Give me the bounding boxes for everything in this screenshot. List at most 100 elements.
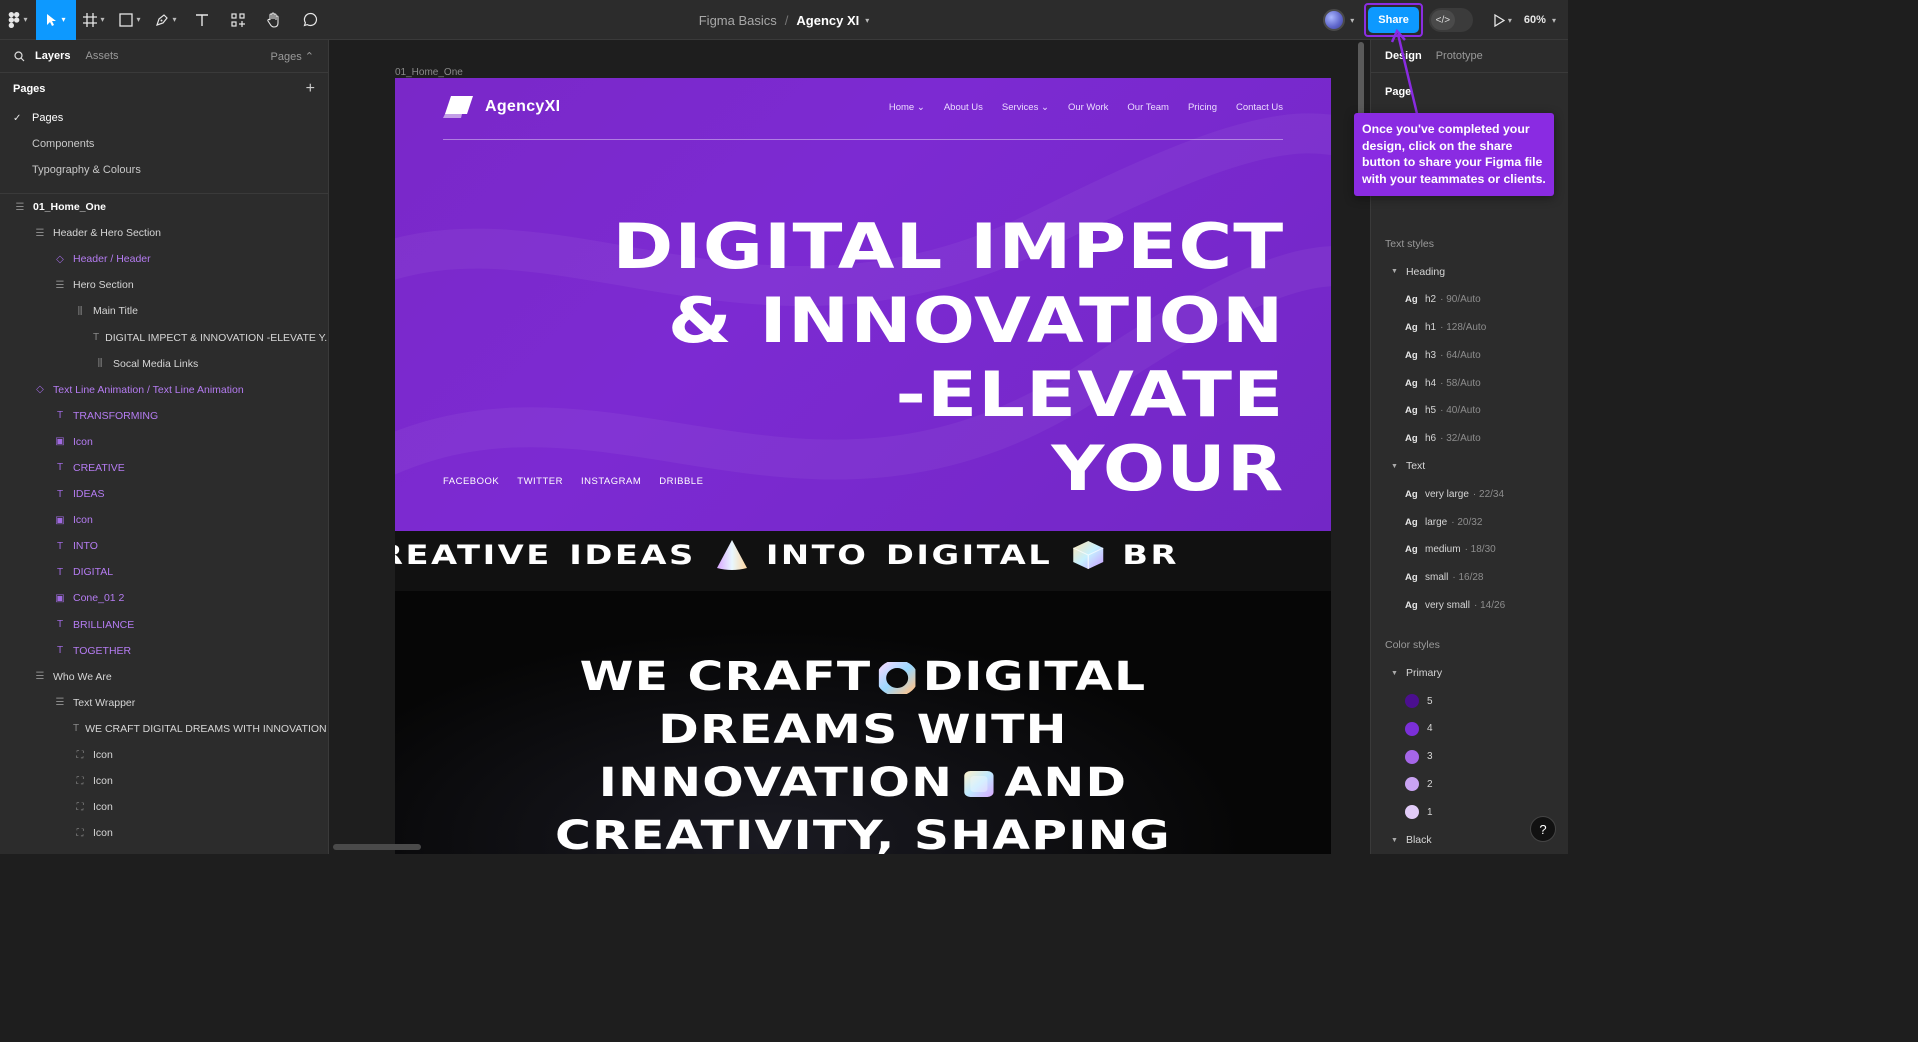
layer-row[interactable]: ☰ Header & Hero Section [0,220,328,246]
chevron-down-icon[interactable]: ▾ [865,16,869,25]
add-page-button[interactable]: + [306,80,315,98]
text-style-item[interactable]: Ag very small · 14/26 [1371,592,1568,620]
layer-row[interactable]: ☰ Text Wrapper [0,690,328,716]
color-style-item[interactable]: 2 [1371,771,1568,799]
text-style-glyph-icon: Ag [1405,572,1418,584]
text-style-item[interactable]: Ag h6 · 32/Auto [1371,425,1568,453]
code-brackets-icon: </> [1430,10,1455,30]
layer-row[interactable]: ☰ Who We Are [0,664,328,690]
text-style-meta: · 14/26 [1474,599,1506,611]
site-nav-item[interactable]: Home ⌄ [889,102,925,113]
text-line-animation[interactable]: REATIVE IDEAS INTO DIGITAL BR [395,531,1331,591]
layer-row[interactable]: ☰ 01_Home_One [0,194,328,220]
page-item[interactable]: ✓ Pages [0,105,328,131]
chevron-down-icon[interactable]: ▾ [1350,16,1354,25]
move-tool-button[interactable]: ▾ [36,0,76,40]
text-style-item[interactable]: Ag very large · 22/34 [1371,480,1568,508]
layer-row[interactable]: T WE CRAFT DIGITAL DREAMS WITH INNOVATION… [0,716,328,742]
tab-prototype[interactable]: Prototype [1436,50,1483,62]
pages-dropdown[interactable]: Pages ⌃ [271,50,314,63]
layer-row[interactable]: ⫼ Main Title [0,298,328,324]
site-nav-item[interactable]: Our Work [1068,102,1108,113]
social-link[interactable]: FACEBOOK [443,476,499,487]
primary-color-group[interactable]: ▼ Primary [1371,659,1568,687]
site-nav-item[interactable]: Contact Us [1236,102,1283,113]
zoom-dropdown[interactable]: 60% ▾ [1524,14,1556,26]
shape-tool-button[interactable]: ▾ [112,0,148,40]
text-style-group[interactable]: ▼ Text [1371,453,1568,481]
layer-row[interactable]: ▣ Icon [0,507,328,533]
frame-tool-button[interactable]: ▾ [76,0,112,40]
text-tool-button[interactable] [184,0,220,40]
layer-row[interactable]: T TRANSFORMING [0,403,328,429]
text-style-item[interactable]: Ag h5 · 40/Auto [1371,397,1568,425]
file-name[interactable]: Agency XI [796,13,859,28]
layer-row[interactable]: ▣ Cone_01 2 [0,585,328,611]
dev-mode-toggle[interactable]: </> [1428,8,1473,32]
text-style-item[interactable]: Ag small · 16/28 [1371,564,1568,592]
site-nav-item[interactable]: Our Team [1127,102,1169,113]
pen-tool-button[interactable]: ▾ [148,0,184,40]
who-we-are-title[interactable]: WE CRAFT DIGITAL DREAMS WITH INNOVATION AN… [395,651,1331,854]
layer-row[interactable]: ◇ Text Line Animation / Text Line Animati… [0,377,328,403]
layer-row[interactable]: T INTO [0,533,328,559]
text-style-item[interactable]: Ag medium · 18/30 [1371,536,1568,564]
main-menu-button[interactable]: ▾ [0,0,36,40]
search-icon[interactable] [14,50,25,62]
social-link[interactable]: TWITTER [517,476,563,487]
tab-layers[interactable]: Layers [35,50,70,62]
social-link[interactable]: INSTAGRAM [581,476,641,487]
site-logo[interactable]: AgencyXI [443,96,560,118]
text-style-item[interactable]: Ag h4 · 58/Auto [1371,369,1568,397]
help-button[interactable]: ? [1530,816,1556,842]
resources-tool-button[interactable] [220,0,256,40]
heading-style-group[interactable]: ▼ Heading [1371,258,1568,286]
text-style-item[interactable]: Ag h3 · 64/Auto [1371,341,1568,369]
breadcrumb-project[interactable]: Figma Basics [699,13,777,28]
who-text: CREATIVITY, SHAPING [555,813,1171,854]
text-style-item[interactable]: Ag large · 20/32 [1371,508,1568,536]
hand-tool-button[interactable] [256,0,292,40]
layer-row[interactable]: ⛶ Icon [0,820,328,846]
layer-row[interactable]: T CREATIVE [0,455,328,481]
comment-tool-button[interactable] [292,0,328,40]
layer-row[interactable]: T DIGITAL [0,559,328,585]
who-we-are-section[interactable]: WE CRAFT DIGITAL DREAMS WITH INNOVATION AN… [395,591,1331,854]
text-style-item[interactable]: Ag h1 · 128/Auto [1371,314,1568,342]
hero-title-line: -ELEVATE [895,358,1284,431]
hero-section[interactable]: AgencyXI Home ⌄ About Us Services ⌄ Our Wor… [395,78,1331,531]
color-style-item[interactable]: 3 [1371,743,1568,771]
canvas[interactable]: 01_Home_One AgencyXI Home ⌄ About Us Servi… [330,40,1370,854]
layer-row[interactable]: ⛶ Icon [0,742,328,768]
layer-row[interactable]: ☰ Hero Section [0,272,328,298]
color-style-item[interactable]: 4 [1371,715,1568,743]
layer-row[interactable]: ◇ Header / Header [0,246,328,272]
layer-row[interactable]: ⛶ Icon [0,794,328,820]
site-nav-item[interactable]: Services ⌄ [1002,102,1049,113]
present-button[interactable]: ▾ [1493,0,1512,40]
layer-label: Icon [93,775,113,788]
layer-row[interactable]: ⫼ Socal Media Links [0,351,328,377]
user-avatar[interactable] [1323,9,1346,31]
frame-01-home-one[interactable]: AgencyXI Home ⌄ About Us Services ⌄ Our Wor… [395,78,1331,854]
layer-row[interactable]: T TOGETHER [0,638,328,664]
text-style-item[interactable]: Ag h2 · 90/Auto [1371,286,1568,314]
layer-row[interactable]: ⛶ Icon [0,768,328,794]
layer-label: IDEAS [73,488,105,501]
site-nav-item[interactable]: Pricing [1188,102,1217,113]
frame-label[interactable]: 01_Home_One [395,67,463,78]
hero-main-title[interactable]: DIGITAL IMPECT & INNOVATION -ELEVATE YOUR [612,210,1284,506]
page-item[interactable]: Typography & Colours [0,157,328,183]
layer-row[interactable]: ▣ Icon [0,429,328,455]
site-nav-item[interactable]: About Us [944,102,983,113]
layer-row[interactable]: T DIGITAL IMPECT & INNOVATION -ELEVATE Y.… [0,324,328,350]
layer-label: WE CRAFT DIGITAL DREAMS WITH INNOVATION … [85,722,328,735]
page-item[interactable]: Components [0,131,328,157]
social-link[interactable]: DRIBBLE [659,476,703,487]
layer-row[interactable]: T IDEAS [0,481,328,507]
layer-row[interactable]: T BRILLIANCE [0,612,328,638]
color-style-item[interactable]: 5 [1371,687,1568,715]
layer-label: Hero Section [73,279,134,292]
horizontal-scrollbar[interactable] [333,844,421,850]
tab-assets[interactable]: Assets [85,50,118,62]
